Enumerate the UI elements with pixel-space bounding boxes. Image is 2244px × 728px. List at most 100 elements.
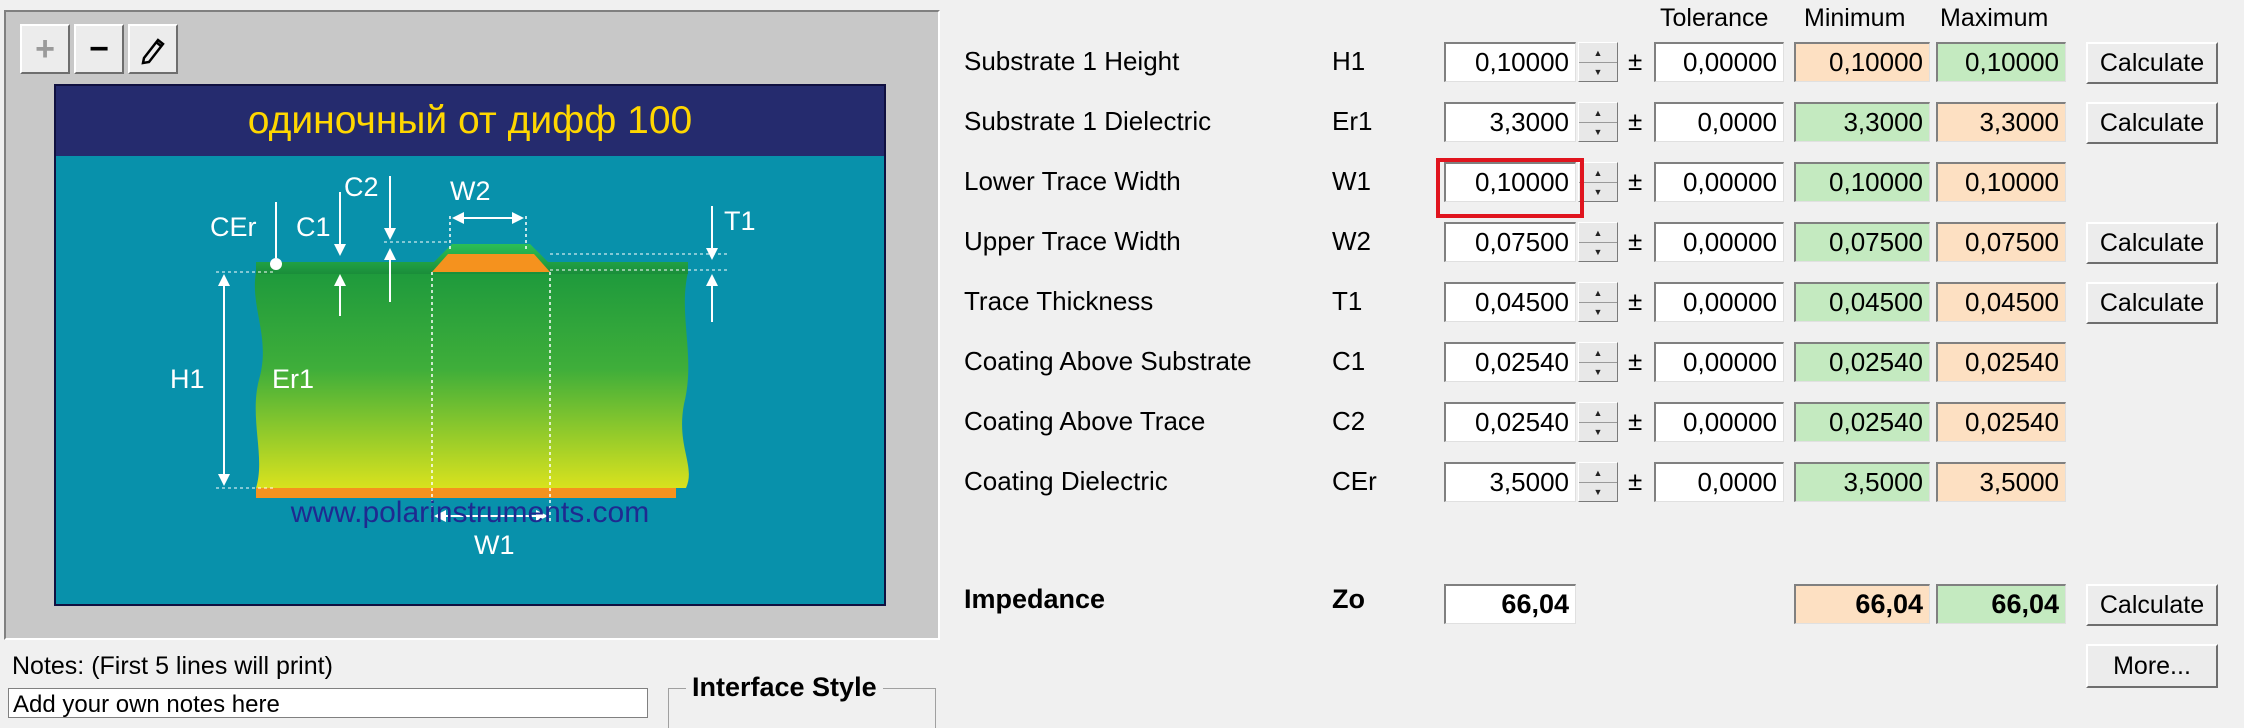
calculate-button[interactable]: Calculate bbox=[2086, 42, 2218, 84]
parameter-symbol: Er1 bbox=[1332, 106, 1373, 136]
value-input[interactable]: 0,02540 bbox=[1444, 342, 1576, 382]
value-spinner[interactable]: ▲ ▼ bbox=[1578, 342, 1618, 382]
tolerance-input[interactable]: 0,0000 bbox=[1654, 102, 1784, 142]
spin-down-icon[interactable]: ▼ bbox=[1579, 62, 1617, 81]
tolerance-input[interactable]: 0,00000 bbox=[1654, 342, 1784, 382]
minimum-value: 0,10000 bbox=[1794, 42, 1930, 82]
minimum-value: 3,5000 bbox=[1794, 462, 1930, 502]
notes-textarea[interactable]: Add your own notes here bbox=[8, 688, 648, 718]
value-input[interactable]: 0,10000 bbox=[1444, 42, 1576, 82]
parameter-label: Coating Dielectric bbox=[964, 466, 1168, 496]
maximum-value: 0,02540 bbox=[1936, 342, 2066, 382]
parameter-label: Coating Above Trace bbox=[964, 406, 1206, 436]
plus-minus-sign: ± bbox=[1628, 466, 1643, 496]
parameter-label: Substrate 1 Height bbox=[964, 46, 1180, 76]
minimum-value: 3,3000 bbox=[1794, 102, 1930, 142]
value-spinner[interactable]: ▲ ▼ bbox=[1578, 222, 1618, 262]
parameter-row: Substrate 1 Height H1 0,10000 ▲ ▼ ±0,00000 0,1… bbox=[0, 42, 2244, 86]
spin-down-icon[interactable]: ▼ bbox=[1579, 362, 1617, 381]
spin-up-icon[interactable]: ▲ bbox=[1579, 283, 1617, 303]
maximum-value: 0,02540 bbox=[1936, 402, 2066, 442]
value-spinner[interactable]: ▲ ▼ bbox=[1578, 162, 1618, 202]
minimum-value: 0,07500 bbox=[1794, 222, 1930, 262]
tolerance-header: Tolerance bbox=[1660, 4, 1769, 32]
maximum-value: 0,10000 bbox=[1936, 42, 2066, 82]
parameter-label: Upper Trace Width bbox=[964, 226, 1181, 256]
spin-up-icon[interactable]: ▲ bbox=[1579, 463, 1617, 483]
spin-up-icon[interactable]: ▲ bbox=[1579, 163, 1617, 183]
parameter-row: Lower Trace Width W1 0,10000 ▲ ▼ ±0,00000 0,10… bbox=[0, 162, 2244, 206]
value-spinner[interactable]: ▲ ▼ bbox=[1578, 402, 1618, 442]
value-input[interactable]: 0,04500 bbox=[1444, 282, 1576, 322]
spin-up-icon[interactable]: ▲ bbox=[1579, 43, 1617, 63]
minimum-value: 0,10000 bbox=[1794, 162, 1930, 202]
calculate-button[interactable]: Calculate bbox=[2086, 282, 2218, 324]
parameter-row: Trace Thickness T1 0,04500 ▲ ▼ ±0,00000 0,0450… bbox=[0, 282, 2244, 326]
value-spinner[interactable]: ▲ ▼ bbox=[1578, 462, 1618, 502]
impedance-calculate-button[interactable]: Calculate bbox=[2086, 584, 2218, 626]
parameter-row: Coating Above Substrate C1 0,02540 ▲ ▼ ±0,000… bbox=[0, 342, 2244, 386]
parameter-label: Trace Thickness bbox=[964, 286, 1154, 316]
minimum-value: 0,02540 bbox=[1794, 342, 1930, 382]
label-w1: W1 bbox=[474, 530, 515, 560]
minimum-value: 0,04500 bbox=[1794, 282, 1930, 322]
parameter-symbol: C1 bbox=[1332, 346, 1366, 376]
plus-minus-sign: ± bbox=[1628, 106, 1643, 136]
spin-up-icon[interactable]: ▲ bbox=[1579, 403, 1617, 423]
parameter-symbol: T1 bbox=[1332, 286, 1363, 316]
spin-down-icon[interactable]: ▼ bbox=[1579, 482, 1617, 501]
minimum-value: 0,02540 bbox=[1794, 402, 1930, 442]
plus-minus-sign: ± bbox=[1628, 346, 1643, 376]
parameter-label: Coating Above Substrate bbox=[964, 346, 1252, 376]
spin-down-icon[interactable]: ▼ bbox=[1579, 182, 1617, 201]
impedance-value[interactable]: 66,04 bbox=[1444, 584, 1576, 624]
spin-up-icon[interactable]: ▲ bbox=[1579, 223, 1617, 243]
plus-minus-sign: ± bbox=[1628, 226, 1643, 256]
impedance-label: Impedance bbox=[964, 584, 1106, 614]
calculate-button[interactable]: Calculate bbox=[2086, 222, 2218, 264]
parameter-symbol: CEr bbox=[1332, 466, 1377, 496]
tolerance-input[interactable]: 0,00000 bbox=[1654, 282, 1784, 322]
tolerance-input[interactable]: 0,0000 bbox=[1654, 462, 1784, 502]
plus-minus-sign: ± bbox=[1628, 286, 1643, 316]
value-input[interactable]: 3,5000 bbox=[1444, 462, 1576, 502]
highlight-box bbox=[1436, 158, 1584, 218]
maximum-value: 3,3000 bbox=[1936, 102, 2066, 142]
spin-down-icon[interactable]: ▼ bbox=[1579, 122, 1617, 141]
minimum-header: Minimum bbox=[1804, 4, 1906, 32]
maximum-value: 0,10000 bbox=[1936, 162, 2066, 202]
tolerance-input[interactable]: 0,00000 bbox=[1654, 42, 1784, 82]
parameter-row: Coating Above Trace C2 0,02540 ▲ ▼ ±0,00000 0,… bbox=[0, 402, 2244, 446]
value-input[interactable]: 3,3000 bbox=[1444, 102, 1576, 142]
spin-down-icon[interactable]: ▼ bbox=[1579, 242, 1617, 261]
plus-minus-sign: ± bbox=[1628, 406, 1643, 436]
plus-minus-sign: ± bbox=[1628, 46, 1643, 76]
tolerance-input[interactable]: 0,00000 bbox=[1654, 162, 1784, 202]
more-button[interactable]: More... bbox=[2086, 644, 2218, 688]
interface-style-label: Interface Style bbox=[686, 672, 883, 703]
parameter-row: Upper Trace Width W2 0,07500 ▲ ▼ ±0,00000 0,07… bbox=[0, 222, 2244, 266]
parameter-symbol: W2 bbox=[1332, 226, 1371, 256]
maximum-value: 0,04500 bbox=[1936, 282, 2066, 322]
spin-up-icon[interactable]: ▲ bbox=[1579, 103, 1617, 123]
value-spinner[interactable]: ▲ ▼ bbox=[1578, 42, 1618, 82]
parameter-label: Lower Trace Width bbox=[964, 166, 1181, 196]
notes-label: Notes: (First 5 lines will print) bbox=[12, 652, 333, 680]
calculate-button[interactable]: Calculate bbox=[2086, 102, 2218, 144]
spin-up-icon[interactable]: ▲ bbox=[1579, 343, 1617, 363]
plus-minus-sign: ± bbox=[1628, 166, 1643, 196]
spin-down-icon[interactable]: ▼ bbox=[1579, 422, 1617, 441]
value-spinner[interactable]: ▲ ▼ bbox=[1578, 282, 1618, 322]
tolerance-input[interactable]: 0,00000 bbox=[1654, 402, 1784, 442]
value-input[interactable]: 0,07500 bbox=[1444, 222, 1576, 262]
parameter-row: Substrate 1 Dielectric Er1 3,3000 ▲ ▼ ±0,0000… bbox=[0, 102, 2244, 146]
impedance-minimum: 66,04 bbox=[1794, 584, 1930, 624]
impedance-maximum: 66,04 bbox=[1936, 584, 2066, 624]
parameter-symbol: W1 bbox=[1332, 166, 1371, 196]
tolerance-input[interactable]: 0,00000 bbox=[1654, 222, 1784, 262]
value-spinner[interactable]: ▲ ▼ bbox=[1578, 102, 1618, 142]
impedance-symbol: Zo bbox=[1332, 584, 1365, 614]
maximum-header: Maximum bbox=[1940, 4, 2049, 32]
spin-down-icon[interactable]: ▼ bbox=[1579, 302, 1617, 321]
value-input[interactable]: 0,02540 bbox=[1444, 402, 1576, 442]
